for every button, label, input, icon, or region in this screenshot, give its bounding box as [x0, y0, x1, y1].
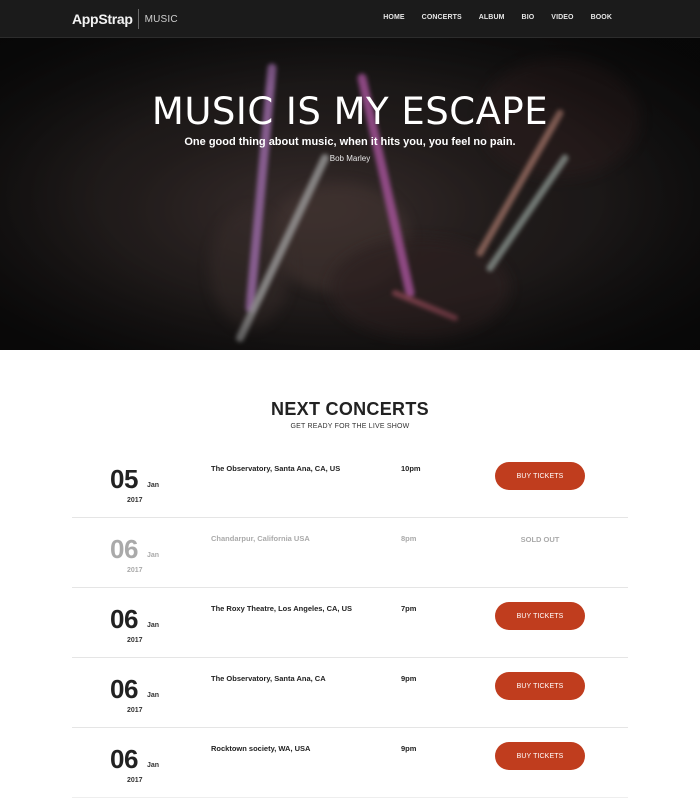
concert-venue: Chandarpur, California USA	[211, 534, 310, 543]
concert-month: Jan	[147, 622, 160, 629]
brand-divider	[137, 9, 139, 29]
nav-home[interactable]: HOME	[383, 14, 404, 21]
buy-tickets-button[interactable]: BUY TICKETS	[495, 462, 585, 490]
concert-day: 05	[110, 464, 138, 494]
hero-content: MUSIC IS MY ESCAPE One good thing about …	[0, 90, 700, 163]
concerts-section: NEXT CONCERTS GET READY FOR THE LIVE SHO…	[0, 350, 700, 800]
concert-year: 2017	[127, 777, 143, 784]
buy-tickets-button[interactable]: BUY TICKETS	[495, 742, 585, 770]
buy-tickets-button[interactable]: BUY TICKETS	[495, 672, 585, 700]
hero-quote: One good thing about music, when it hits…	[184, 136, 516, 148]
brand-subtitle: MUSIC	[144, 13, 178, 25]
concert-month: Jan	[147, 482, 160, 489]
hero-background-image	[0, 38, 700, 350]
concert-row: 05 Jan 2017 The Observatory, Santa Ana, …	[72, 448, 628, 518]
concerts-subtitle: GET READY FOR THE LIVE SHOW	[290, 423, 410, 430]
concert-day: 06	[110, 674, 138, 704]
concert-year: 2017	[127, 637, 143, 644]
concert-time: 9pm	[401, 744, 417, 753]
concert-day: 06	[110, 604, 138, 634]
buy-tickets-button[interactable]: BUY TICKETS	[495, 602, 585, 630]
concert-time: 10pm	[401, 464, 421, 473]
brand-logo[interactable]: AppStrap MUSIC	[72, 9, 178, 29]
nav-bio[interactable]: BIO	[522, 14, 535, 21]
concert-row: 06 Jan 2017 Rocktown society, WA, USA 9p…	[72, 728, 628, 798]
nav-concerts[interactable]: CONCERTS	[422, 14, 462, 21]
concert-day: 06	[110, 534, 138, 564]
concert-venue: The Roxy Theatre, Los Angeles, CA, US	[211, 604, 353, 613]
concerts-title: NEXT CONCERTS	[271, 399, 429, 419]
navbar: AppStrap MUSIC HOME CONCERTS ALBUM BIO V…	[0, 0, 700, 38]
concert-year: 2017	[127, 497, 143, 504]
concert-time: 9pm	[401, 674, 417, 683]
concert-venue: The Observatory, Santa Ana, CA	[211, 674, 326, 683]
hero-quote-author: Bob Marley	[329, 154, 371, 163]
concert-month: Jan	[147, 692, 160, 699]
nav-album[interactable]: ALBUM	[479, 14, 505, 21]
hero-banner: MUSIC IS MY ESCAPE One good thing about …	[0, 38, 700, 350]
concert-month: Jan	[147, 552, 160, 559]
concert-month: Jan	[147, 762, 160, 769]
concert-year: 2017	[127, 707, 143, 714]
main-nav: HOME CONCERTS ALBUM BIO VIDEO BOOK	[366, 14, 612, 21]
concert-row: 06 Jan 2017 Chandarpur, California USA 8…	[72, 518, 628, 588]
concerts-list: 05 Jan 2017 The Observatory, Santa Ana, …	[72, 448, 628, 798]
concert-venue: Rocktown society, WA, USA	[211, 744, 311, 753]
hero-title: MUSIC IS MY ESCAPE	[151, 90, 549, 133]
concert-day: 06	[110, 744, 138, 774]
concert-year: 2017	[127, 567, 143, 574]
nav-book[interactable]: BOOK	[591, 14, 612, 21]
concert-venue: The Observatory, Santa Ana, CA, US	[211, 464, 341, 473]
concert-time: 8pm	[401, 534, 417, 543]
sold-out-label: SOLD OUT	[520, 535, 560, 544]
concert-row: 06 Jan 2017 The Observatory, Santa Ana, …	[72, 658, 628, 728]
concert-time: 7pm	[401, 604, 417, 613]
brand-name[interactable]: AppStrap	[72, 11, 133, 27]
nav-video[interactable]: VIDEO	[551, 14, 573, 21]
concert-row: 06 Jan 2017 The Roxy Theatre, Los Angele…	[72, 588, 628, 658]
